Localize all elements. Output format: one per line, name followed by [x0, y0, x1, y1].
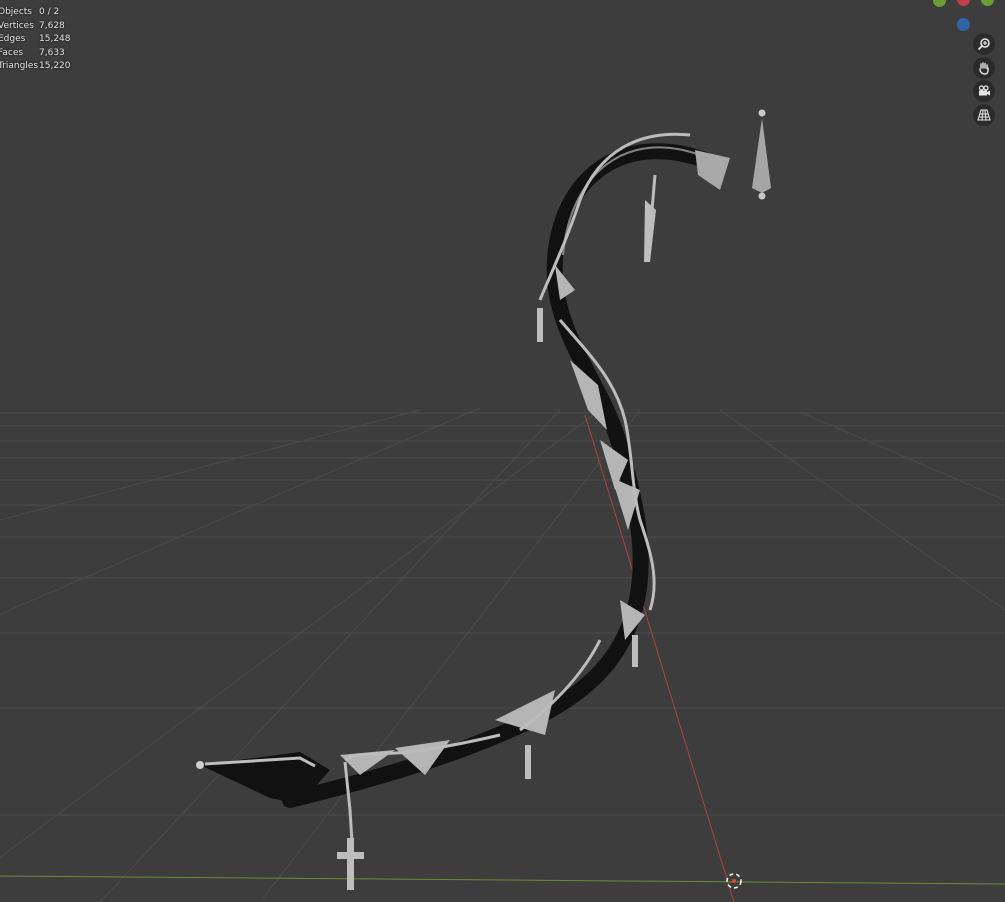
- stat-value: 15,220: [39, 61, 71, 72]
- perspective-grid-icon: [977, 108, 991, 121]
- stat-value: 7,628: [39, 20, 65, 31]
- stat-objects: Objects 0 / 2: [0, 6, 71, 20]
- stat-label: Vertices: [0, 20, 34, 31]
- stat-value: 15,248: [39, 34, 71, 45]
- pan-button[interactable]: [973, 56, 995, 79]
- zoom-button[interactable]: [973, 33, 995, 55]
- perspective-toggle-button[interactable]: [973, 103, 995, 126]
- floating-spike[interactable]: [752, 109, 771, 200]
- y-axis-ball-secondary[interactable]: [981, 0, 994, 6]
- 3d-cursor-icon[interactable]: [726, 873, 742, 889]
- stat-value: 0 / 2: [39, 7, 60, 17]
- stat-label: Edges: [0, 34, 26, 45]
- stat-label: Triangles: [0, 61, 39, 72]
- camera-view-icon: [978, 85, 990, 96]
- stat-edges: Edges 15,248: [0, 33, 71, 47]
- z-axis-ball[interactable]: [957, 18, 970, 31]
- stat-value: 7,633: [39, 47, 65, 58]
- stat-label: Objects: [0, 7, 33, 17]
- navigation-gizmo[interactable]: [925, 0, 1005, 37]
- x-axis-ball[interactable]: [957, 0, 970, 6]
- zoom-icon: [977, 38, 990, 51]
- 3d-viewport[interactable]: Objects 0 / 2 Vertices 7,628 Edges 15,24…: [0, 0, 1005, 902]
- stat-triangles: Triangles 15,220: [0, 60, 71, 74]
- stat-vertices: Vertices 7,628: [0, 20, 71, 34]
- pan-hand-icon: [979, 61, 989, 75]
- y-axis-line: [0, 875, 1005, 885]
- camera-view-button[interactable]: [973, 80, 995, 102]
- cross-pendant: [337, 838, 364, 890]
- floor-grid: [0, 407, 1005, 902]
- tail-end-spike: [695, 150, 730, 190]
- 3d-scene[interactable]: [0, 0, 1005, 902]
- y-axis-ball[interactable]: [933, 0, 946, 7]
- viewport-navigation-tools: [973, 33, 995, 127]
- stat-faces: Faces 7,633: [0, 47, 71, 61]
- statistics-overlay: Objects 0 / 2 Vertices 7,628 Edges 15,24…: [0, 6, 71, 74]
- stat-label: Faces: [0, 47, 24, 58]
